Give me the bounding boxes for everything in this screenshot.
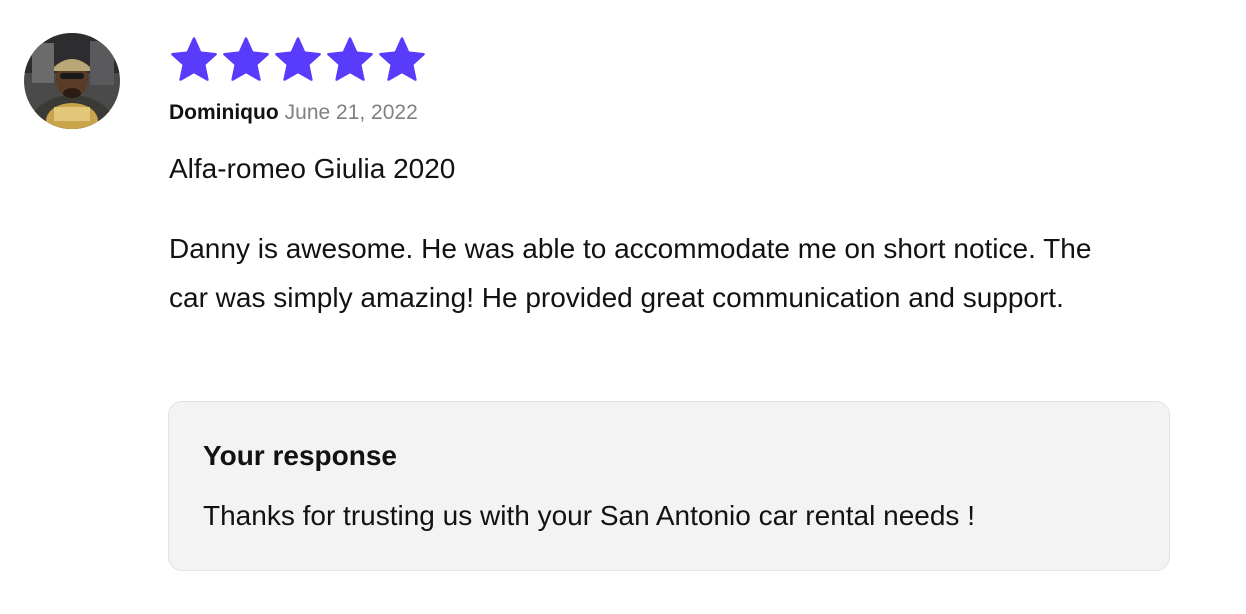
review-date: June 21, 2022 bbox=[284, 101, 418, 124]
star-rating bbox=[170, 36, 426, 82]
star-icon bbox=[274, 36, 322, 82]
review-card: Dominiquo June 21, 2022 Alfa-romeo Giulia… bbox=[0, 0, 1246, 614]
vehicle-name: Alfa-romeo Giulia 2020 bbox=[169, 153, 456, 184]
response-text: Thanks for trusting us with your San Ant… bbox=[203, 500, 975, 531]
avatar[interactable] bbox=[24, 33, 120, 129]
host-response: Your response Thanks for trusting us wit… bbox=[168, 401, 1170, 571]
avatar-photo bbox=[24, 33, 120, 129]
star-icon bbox=[378, 36, 426, 82]
review-meta: Dominiquo June 21, 2022 bbox=[169, 99, 418, 127]
star-icon bbox=[222, 36, 270, 82]
review-text: Danny is awesome. He was able to accommo… bbox=[169, 233, 1092, 313]
star-icon bbox=[326, 36, 374, 82]
response-title: Your response bbox=[203, 440, 397, 471]
author-name[interactable]: Dominiquo bbox=[169, 101, 279, 124]
star-icon bbox=[170, 36, 218, 82]
